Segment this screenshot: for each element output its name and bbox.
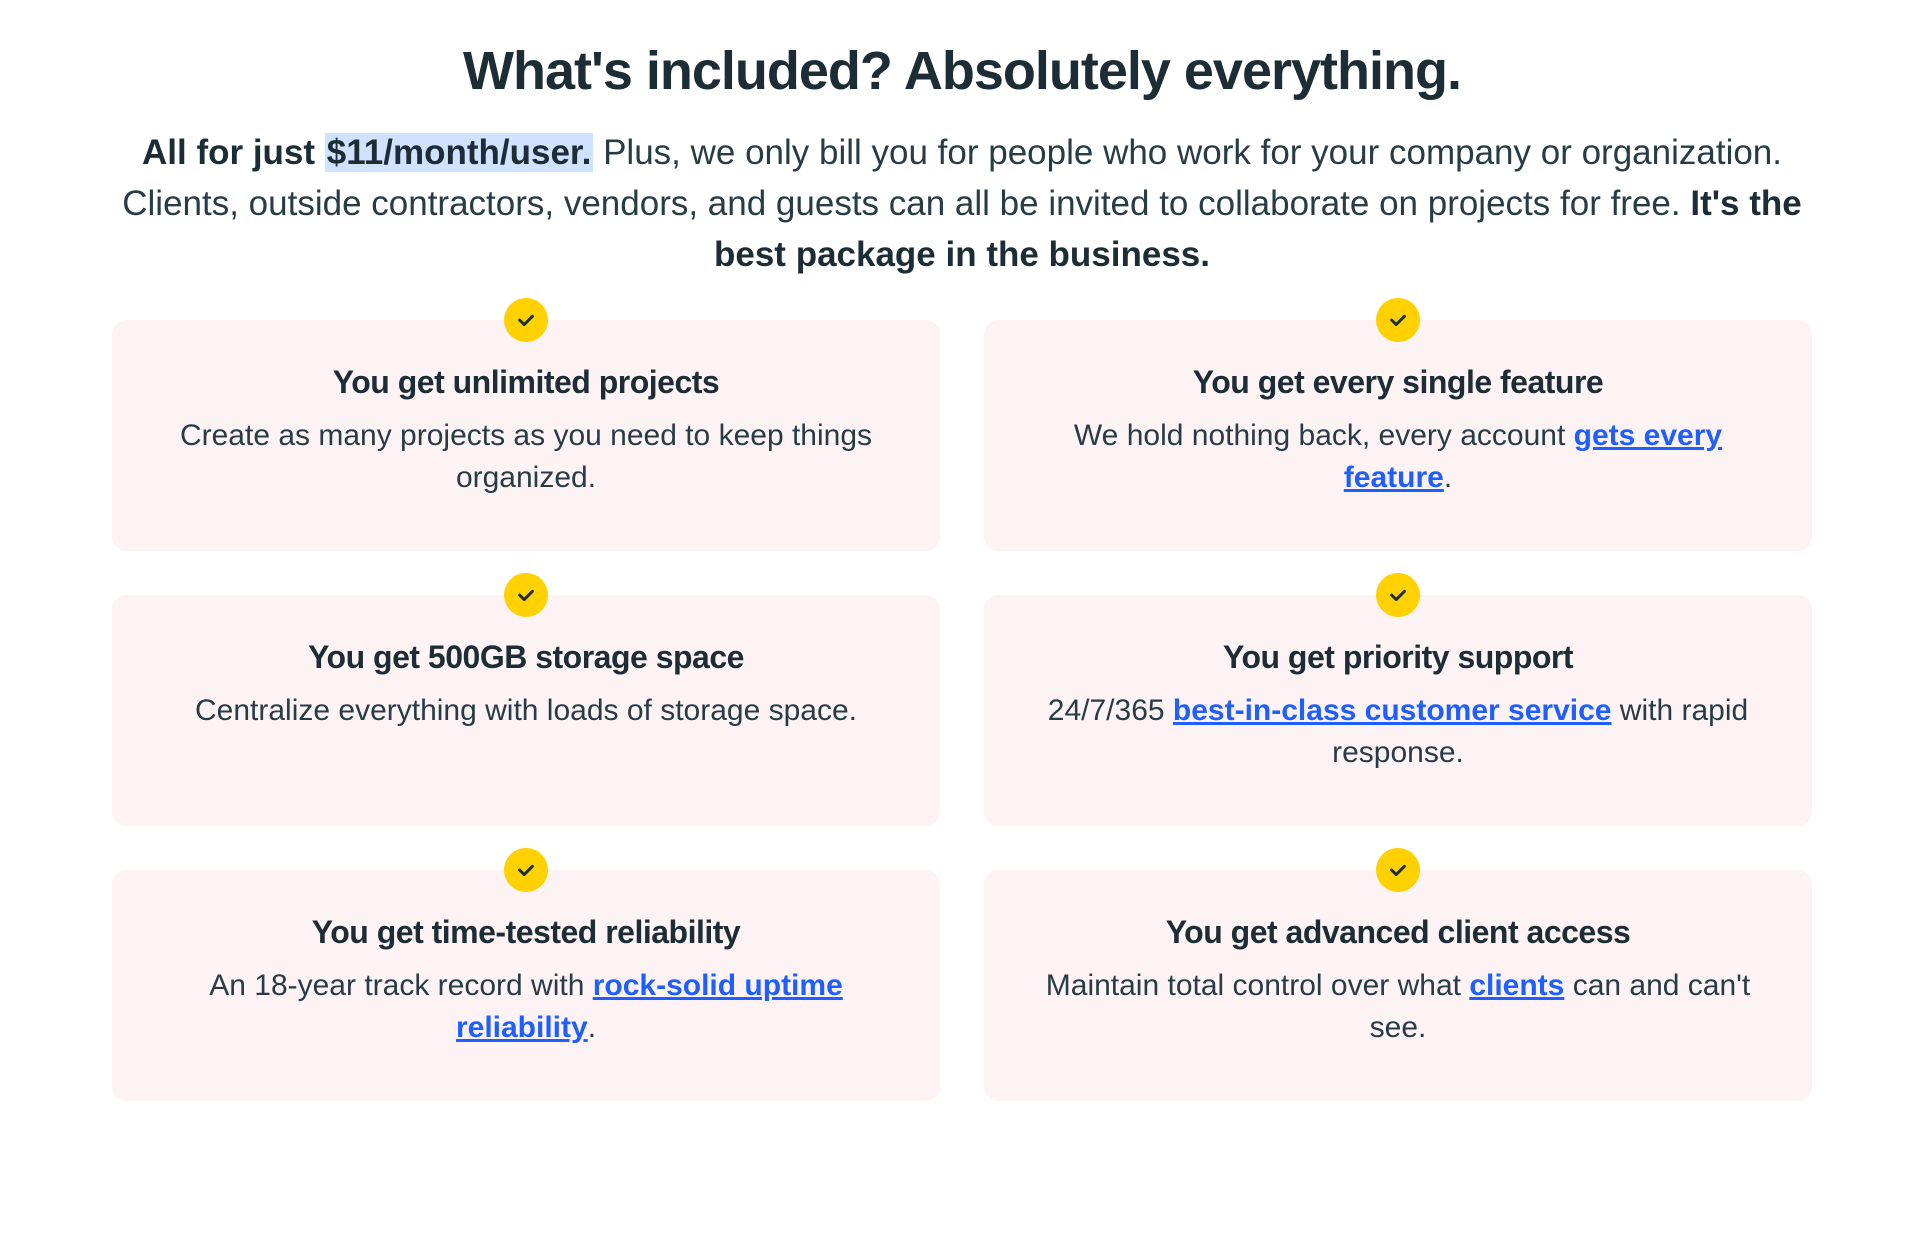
feature-title: You get advanced client access [1024, 914, 1772, 951]
feature-card-storage: You get 500GB storage space Centralize e… [112, 595, 940, 826]
feature-title: You get priority support [1024, 639, 1772, 676]
feature-card-reliability: You get time-tested reliability An 18-ye… [112, 870, 940, 1101]
customer-service-link[interactable]: best-in-class customer service [1173, 694, 1612, 727]
check-icon [504, 573, 548, 617]
feature-title: You get every single feature [1024, 364, 1772, 401]
feature-title: You get unlimited projects [152, 364, 900, 401]
clients-link[interactable]: clients [1469, 969, 1564, 1002]
feature-grid: You get unlimited projects Create as man… [112, 320, 1812, 1101]
feature-card-unlimited-projects: You get unlimited projects Create as man… [112, 320, 940, 551]
intro-lead: All for just $11/month/user. [142, 133, 593, 172]
feature-title: You get 500GB storage space [152, 639, 900, 676]
feature-description: We hold nothing back, every account gets… [1024, 415, 1772, 499]
feature-description: 24/7/365 best-in-class customer service … [1024, 690, 1772, 774]
feature-description: An 18-year track record with rock-solid … [152, 965, 900, 1049]
check-icon [1376, 298, 1420, 342]
intro-paragraph: All for just $11/month/user. Plus, we on… [122, 128, 1802, 280]
price-highlight: $11/month/user. [325, 133, 594, 172]
feature-card-every-feature: You get every single feature We hold not… [984, 320, 1812, 551]
page-title: What's included? Absolutely everything. [112, 40, 1812, 102]
check-icon [1376, 848, 1420, 892]
feature-description: Centralize everything with loads of stor… [152, 690, 900, 732]
check-icon [504, 298, 548, 342]
check-icon [504, 848, 548, 892]
feature-card-priority-support: You get priority support 24/7/365 best-i… [984, 595, 1812, 826]
feature-title: You get time-tested reliability [152, 914, 900, 951]
feature-card-client-access: You get advanced client access Maintain … [984, 870, 1812, 1101]
feature-description: Maintain total control over what clients… [1024, 965, 1772, 1049]
check-icon [1376, 573, 1420, 617]
feature-description: Create as many projects as you need to k… [152, 415, 900, 499]
